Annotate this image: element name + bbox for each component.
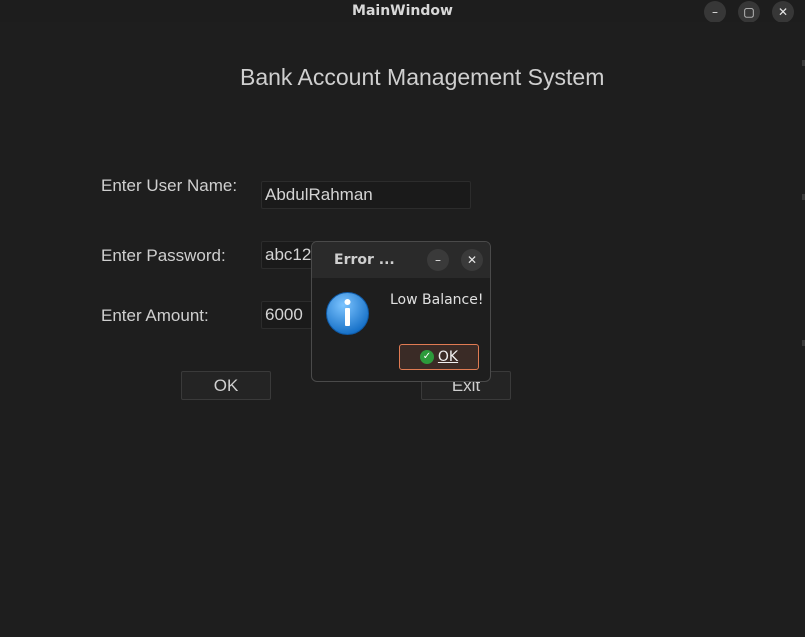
username-field[interactable]: AbdulRahman [261, 181, 471, 209]
info-icon [326, 292, 369, 335]
close-icon: ✕ [466, 253, 478, 267]
username-label: Enter User Name: [101, 176, 238, 195]
amount-label: Enter Amount: [101, 306, 209, 325]
error-dialog: Error ... – ✕ Low Balance! ✓ OK [311, 241, 491, 382]
minimize-button[interactable]: – [704, 1, 726, 23]
window-titlebar[interactable]: MainWindow – ▢ ✕ [0, 0, 805, 23]
maximize-icon: ▢ [743, 5, 755, 19]
password-label: Enter Password: [101, 246, 226, 265]
minimize-icon: – [435, 253, 441, 267]
minimize-icon: – [712, 5, 718, 19]
dialog-close-button[interactable]: ✕ [461, 249, 483, 271]
check-icon: ✓ [419, 350, 434, 364]
maximize-button[interactable]: ▢ [738, 1, 760, 23]
page-title: Bank Account Management System [240, 64, 605, 90]
dialog-title: Error ... [334, 252, 395, 268]
dialog-minimize-button[interactable]: – [427, 249, 449, 271]
window-title: MainWindow [352, 3, 453, 19]
dialog-ok-button[interactable]: ✓ OK [399, 344, 479, 370]
close-icon: ✕ [777, 5, 789, 19]
dialog-message: Low Balance! [390, 292, 484, 308]
dialog-ok-label: OK [437, 349, 459, 365]
ok-button[interactable]: OK [181, 371, 271, 400]
close-button[interactable]: ✕ [772, 1, 794, 23]
dialog-titlebar[interactable]: Error ... – ✕ [312, 242, 490, 278]
